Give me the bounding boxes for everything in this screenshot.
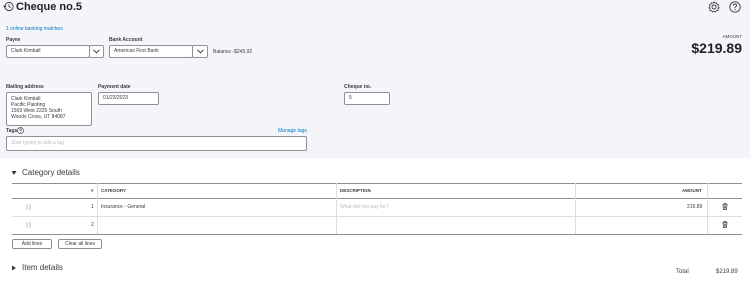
table-header-border xyxy=(12,198,742,199)
column-header-description: DESCRIPTION xyxy=(340,188,371,193)
manage-tags-link[interactable]: Manage tags xyxy=(278,128,307,134)
trash-icon[interactable] xyxy=(722,203,728,210)
amount-value: $219.89 xyxy=(691,40,742,56)
cheque-no-input[interactable]: 5 xyxy=(344,92,390,105)
mailing-address-field[interactable]: Clark Kimball Pacific Painting 1569 West… xyxy=(6,92,92,126)
column-header-amount: AMOUNT xyxy=(682,188,702,193)
table-top-border xyxy=(12,183,742,184)
tags-label: Tags xyxy=(6,128,18,134)
row-description[interactable]: What did you pay for? xyxy=(340,204,389,210)
caret-down-icon[interactable] xyxy=(11,170,17,176)
table-bottom-border xyxy=(12,234,742,235)
payee-select[interactable]: Clark Kimball xyxy=(6,45,90,58)
row-amount[interactable]: 219.89 xyxy=(687,204,702,210)
info-icon[interactable] xyxy=(17,127,24,134)
bank-account-label: Bank Account xyxy=(109,37,143,43)
payment-date-input[interactable]: 01/23/2023 xyxy=(98,92,159,105)
add-lines-button[interactable]: Add lines xyxy=(12,239,52,249)
tags-input[interactable]: Start typing to add a tag xyxy=(6,136,307,151)
bank-balance: Balance -$245.92 xyxy=(213,49,253,55)
payee-label: Payee xyxy=(6,37,21,43)
item-details-title[interactable]: Item details xyxy=(22,263,63,272)
column-header-num: # xyxy=(91,188,94,193)
table-col-divider xyxy=(336,183,337,234)
payment-date-label: Payment date xyxy=(98,84,131,90)
bank-account-dropdown-button[interactable] xyxy=(192,45,208,58)
mailing-address-label: Mailing address xyxy=(6,84,44,90)
category-details-title[interactable]: Category details xyxy=(22,168,80,177)
history-icon[interactable] xyxy=(3,1,14,12)
online-banking-matches-link[interactable]: 1 online banking matches xyxy=(6,26,63,32)
table-row-border xyxy=(12,216,742,217)
total-label: Total xyxy=(676,269,689,275)
amount-label: AMOUNT xyxy=(722,34,743,39)
row-number: 1 xyxy=(91,204,94,210)
cheque-no-label: Cheque no. xyxy=(344,84,372,90)
table-col-divider xyxy=(575,183,576,234)
drag-handle-icon[interactable] xyxy=(26,204,31,210)
table-col-divider xyxy=(97,183,98,234)
drag-handle-icon[interactable] xyxy=(26,222,31,228)
header-form-area xyxy=(0,0,750,158)
gear-icon[interactable] xyxy=(708,1,720,13)
payee-dropdown-button[interactable] xyxy=(89,45,104,58)
trash-icon[interactable] xyxy=(722,221,728,228)
chevron-down-icon xyxy=(93,49,100,54)
table-col-divider xyxy=(707,183,708,234)
chevron-down-icon xyxy=(196,49,204,54)
row-number: 2 xyxy=(91,222,94,228)
clear-all-lines-button[interactable]: Clear all lines xyxy=(58,239,102,249)
row-category[interactable]: Insurance - General xyxy=(101,204,145,210)
mailing-line: Woods Cross, UT 84087 xyxy=(11,114,66,120)
column-header-category: CATEGORY xyxy=(101,188,127,193)
help-icon[interactable] xyxy=(729,1,741,13)
bank-account-select[interactable]: Americas First Bank xyxy=(109,45,193,58)
caret-right-icon[interactable] xyxy=(11,265,17,271)
page-title: Cheque no.5 xyxy=(16,1,83,13)
total-value: $219.89 xyxy=(716,269,738,275)
